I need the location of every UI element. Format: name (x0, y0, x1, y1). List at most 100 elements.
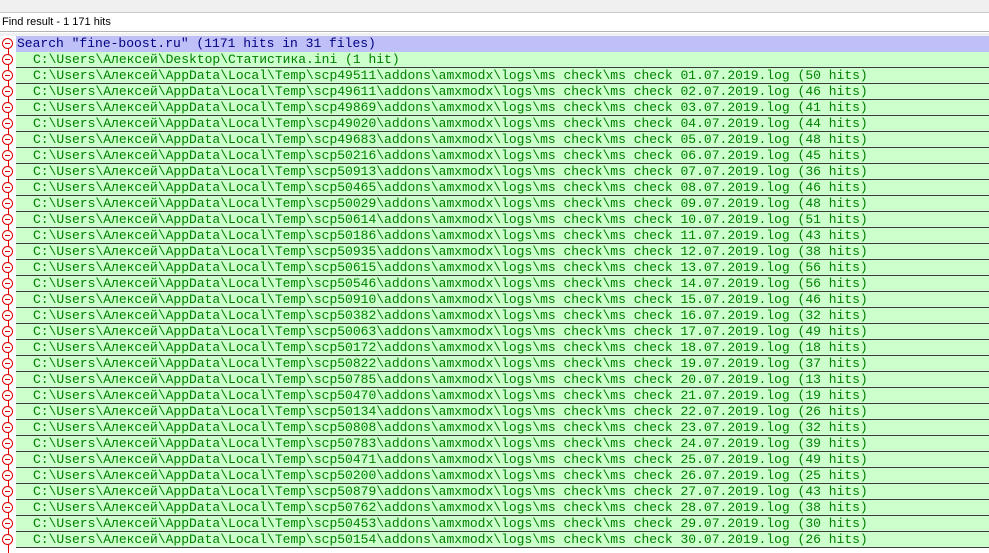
collapse-circle-icon[interactable] (2, 214, 13, 225)
file-result-row[interactable]: C:\Users\Алексей\AppData\Local\Temp\scp5… (0, 532, 989, 548)
file-result-text: C:\Users\Алексей\AppData\Local\Temp\scp5… (16, 516, 989, 532)
search-header-text: Search "fine-boost.ru" (1171 hits in 31 … (16, 36, 989, 52)
file-result-text: C:\Users\Алексей\AppData\Local\Temp\scp5… (16, 212, 989, 228)
file-result-row[interactable]: C:\Users\Алексей\AppData\Local\Temp\scp4… (0, 116, 989, 132)
file-result-row[interactable]: C:\Users\Алексей\AppData\Local\Temp\scp5… (0, 164, 989, 180)
collapse-circle-icon[interactable] (2, 54, 13, 65)
file-result-row[interactable]: C:\Users\Алексей\AppData\Local\Temp\scp5… (0, 324, 989, 340)
collapse-circle-icon[interactable] (2, 262, 13, 273)
file-result-row[interactable]: C:\Users\Алексей\AppData\Local\Temp\scp5… (0, 372, 989, 388)
file-result-text: C:\Users\Алексей\AppData\Local\Temp\scp5… (16, 388, 989, 404)
file-result-row[interactable]: C:\Users\Алексей\AppData\Local\Temp\scp4… (0, 68, 989, 84)
collapse-circle-icon[interactable] (2, 534, 13, 545)
file-result-text: C:\Users\Алексей\AppData\Local\Temp\scp5… (16, 452, 989, 468)
file-result-text: C:\Users\Алексей\AppData\Local\Temp\scp5… (16, 356, 989, 372)
file-result-row[interactable]: C:\Users\Алексей\AppData\Local\Temp\scp5… (0, 516, 989, 532)
file-result-row[interactable]: C:\Users\Алексей\AppData\Local\Temp\scp5… (0, 484, 989, 500)
file-result-text: C:\Users\Алексей\AppData\Local\Temp\scp4… (16, 116, 989, 132)
file-result-row[interactable]: C:\Users\Алексей\AppData\Local\Temp\scp5… (0, 420, 989, 436)
file-result-text: C:\Users\Алексей\AppData\Local\Temp\scp5… (16, 420, 989, 436)
collapse-circle-icon[interactable] (2, 150, 13, 161)
file-result-row[interactable]: C:\Users\Алексей\AppData\Local\Temp\scp5… (0, 228, 989, 244)
file-result-row[interactable]: C:\Users\Алексей\AppData\Local\Temp\scp5… (0, 276, 989, 292)
file-result-text: C:\Users\Алексей\AppData\Local\Temp\scp5… (16, 340, 989, 356)
file-result-text: C:\Users\Алексей\AppData\Local\Temp\scp5… (16, 228, 989, 244)
file-result-row[interactable]: C:\Users\Алексей\AppData\Local\Temp\scp5… (0, 468, 989, 484)
collapse-circle-icon[interactable] (2, 390, 13, 401)
collapse-circle-icon[interactable] (2, 70, 13, 81)
file-result-text: C:\Users\Алексей\AppData\Local\Temp\scp5… (16, 276, 989, 292)
file-result-text: C:\Users\Алексей\AppData\Local\Temp\scp4… (16, 132, 989, 148)
file-result-text: C:\Users\Алексей\AppData\Local\Temp\scp5… (16, 372, 989, 388)
file-result-row[interactable]: C:\Users\Алексей\AppData\Local\Temp\scp4… (0, 100, 989, 116)
collapse-circle-icon[interactable] (2, 198, 13, 209)
file-result-row[interactable]: C:\Users\Алексей\AppData\Local\Temp\scp5… (0, 452, 989, 468)
file-result-row[interactable]: C:\Users\Алексей\AppData\Local\Temp\scp5… (0, 356, 989, 372)
collapse-circle-icon[interactable] (2, 358, 13, 369)
collapse-circle-icon[interactable] (2, 342, 13, 353)
file-result-text: C:\Users\Алексей\AppData\Local\Temp\scp5… (16, 148, 989, 164)
file-result-text: C:\Users\Алексей\AppData\Local\Temp\scp5… (16, 500, 989, 516)
file-result-row[interactable]: C:\Users\Алексей\AppData\Local\Temp\scp5… (0, 244, 989, 260)
file-result-text: C:\Users\Алексей\AppData\Local\Temp\scp4… (16, 84, 989, 100)
file-result-row[interactable]: C:\Users\Алексей\Desktop\Статистика.ini … (0, 52, 989, 68)
collapse-circle-icon[interactable] (2, 406, 13, 417)
collapse-circle-icon[interactable] (2, 230, 13, 241)
search-header-row[interactable]: Search "fine-boost.ru" (1171 hits in 31 … (0, 36, 989, 52)
file-result-text: C:\Users\Алексей\AppData\Local\Temp\scp5… (16, 292, 989, 308)
file-result-row[interactable]: C:\Users\Алексей\AppData\Local\Temp\scp5… (0, 308, 989, 324)
file-result-row[interactable]: C:\Users\Алексей\AppData\Local\Temp\scp5… (0, 212, 989, 228)
collapse-circle-icon[interactable] (2, 294, 13, 305)
file-result-row[interactable]: C:\Users\Алексей\AppData\Local\Temp\scp4… (0, 84, 989, 100)
file-result-text: C:\Users\Алексей\AppData\Local\Temp\scp5… (16, 180, 989, 196)
file-result-text: C:\Users\Алексей\AppData\Local\Temp\scp5… (16, 404, 989, 420)
collapse-circle-icon[interactable] (2, 454, 13, 465)
file-result-row[interactable]: C:\Users\Алексей\AppData\Local\Temp\scp5… (0, 196, 989, 212)
file-result-text: C:\Users\Алексей\AppData\Local\Temp\scp5… (16, 324, 989, 340)
file-result-row[interactable]: C:\Users\Алексей\AppData\Local\Temp\scp5… (0, 340, 989, 356)
top-strip (0, 0, 989, 13)
file-result-text: C:\Users\Алексей\AppData\Local\Temp\scp4… (16, 100, 989, 116)
collapse-circle-icon[interactable] (2, 374, 13, 385)
collapse-circle-icon[interactable] (2, 486, 13, 497)
file-result-row[interactable]: C:\Users\Алексей\AppData\Local\Temp\scp5… (0, 260, 989, 276)
file-result-text: C:\Users\Алексей\AppData\Local\Temp\scp5… (16, 484, 989, 500)
file-result-text: C:\Users\Алексей\Desktop\Статистика.ini … (16, 52, 989, 68)
file-result-row[interactable]: C:\Users\Алексей\AppData\Local\Temp\scp5… (0, 148, 989, 164)
file-result-text: C:\Users\Алексей\AppData\Local\Temp\scp5… (16, 260, 989, 276)
file-result-text: C:\Users\Алексей\AppData\Local\Temp\scp5… (16, 164, 989, 180)
file-result-row[interactable]: C:\Users\Алексей\AppData\Local\Temp\scp5… (0, 180, 989, 196)
collapse-circle-icon[interactable] (2, 278, 13, 289)
collapse-circle-icon[interactable] (2, 38, 13, 49)
collapse-circle-icon[interactable] (2, 326, 13, 337)
file-result-text: C:\Users\Алексей\AppData\Local\Temp\scp5… (16, 308, 989, 324)
file-result-text: C:\Users\Алексей\AppData\Local\Temp\scp4… (16, 68, 989, 84)
collapse-circle-icon[interactable] (2, 166, 13, 177)
file-result-row[interactable]: C:\Users\Алексей\AppData\Local\Temp\scp5… (0, 500, 989, 516)
file-result-text: C:\Users\Алексей\AppData\Local\Temp\scp5… (16, 436, 989, 452)
collapse-circle-icon[interactable] (2, 470, 13, 481)
file-result-row[interactable]: C:\Users\Алексей\AppData\Local\Temp\scp4… (0, 132, 989, 148)
collapse-circle-icon[interactable] (2, 86, 13, 97)
file-result-text: C:\Users\Алексей\AppData\Local\Temp\scp5… (16, 468, 989, 484)
results-list: Search "fine-boost.ru" (1171 hits in 31 … (0, 36, 989, 548)
file-result-row[interactable]: C:\Users\Алексей\AppData\Local\Temp\scp5… (0, 292, 989, 308)
file-result-text: C:\Users\Алексей\AppData\Local\Temp\scp5… (16, 532, 989, 548)
collapse-circle-icon[interactable] (2, 118, 13, 129)
collapse-circle-icon[interactable] (2, 182, 13, 193)
collapse-circle-icon[interactable] (2, 438, 13, 449)
collapse-circle-icon[interactable] (2, 518, 13, 529)
find-result-title[interactable]: Find result - 1 171 hits (0, 13, 989, 32)
file-result-row[interactable]: C:\Users\Алексей\AppData\Local\Temp\scp5… (0, 436, 989, 452)
collapse-circle-icon[interactable] (2, 246, 13, 257)
file-result-row[interactable]: C:\Users\Алексей\AppData\Local\Temp\scp5… (0, 388, 989, 404)
file-result-text: C:\Users\Алексей\AppData\Local\Temp\scp5… (16, 196, 989, 212)
collapse-circle-icon[interactable] (2, 310, 13, 321)
file-result-text: C:\Users\Алексей\AppData\Local\Temp\scp5… (16, 244, 989, 260)
collapse-circle-icon[interactable] (2, 134, 13, 145)
collapse-circle-icon[interactable] (2, 422, 13, 433)
collapse-circle-icon[interactable] (2, 502, 13, 513)
file-result-row[interactable]: C:\Users\Алексей\AppData\Local\Temp\scp5… (0, 404, 989, 420)
find-results-panel[interactable]: Search "fine-boost.ru" (1171 hits in 31 … (0, 36, 989, 553)
collapse-circle-icon[interactable] (2, 102, 13, 113)
